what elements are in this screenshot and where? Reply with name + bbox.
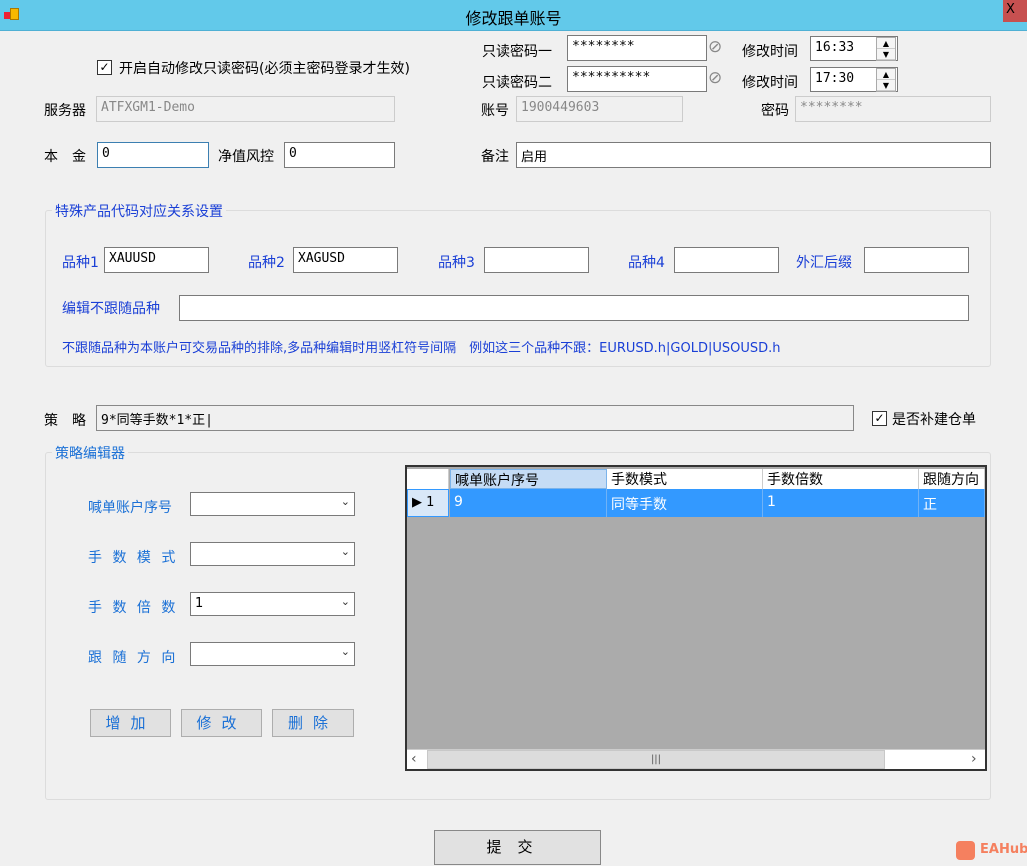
edit-button[interactable]: 修改 [181,709,262,737]
equity-risk-input[interactable]: 0 [284,142,395,168]
ro-pwd1-label: 只读密码一 [482,44,552,60]
principal-input[interactable]: 0 [97,142,209,168]
follow-direction-label: 跟 随 方 向 [88,650,179,666]
symbol3-label: 品种3 [438,255,475,271]
time1-value: 16:33 [815,40,855,55]
horizontal-scrollbar[interactable]: ‹ ||| › [407,749,985,769]
grid-row-header[interactable]: ▶ 1 [407,489,449,517]
delete-button[interactable]: 删除 [272,709,354,737]
eahub-logo-icon [956,841,975,860]
lot-mode-select[interactable]: ⌄ [190,542,355,566]
caller-index-select[interactable]: ⌄ [190,492,355,516]
symbol3-input[interactable] [484,247,589,273]
symbol1-input[interactable]: XAUUSD [104,247,209,273]
grid-header-direction[interactable]: 跟随方向 [919,469,985,489]
fx-suffix-input[interactable] [864,247,969,273]
grid-header-caller-index[interactable]: 喊单账户序号 [450,469,607,489]
symbol4-input[interactable] [674,247,779,273]
ro-pwd2-label: 只读密码二 [482,75,552,91]
grid-cell[interactable]: 同等手数 [607,489,763,517]
time2-value: 17:30 [815,71,855,86]
spin-down-icon[interactable]: ▼ [877,49,895,60]
lot-multiplier-label: 手 数 倍 数 [88,600,179,616]
scroll-right-icon[interactable]: › [971,751,977,767]
lot-mode-label: 手 数 模 式 [88,550,179,566]
symbol1-label: 品种1 [62,255,99,271]
remark-label: 备注 [481,149,509,165]
grid-cell[interactable]: 正 [919,489,985,517]
server-label: 服务器 [44,103,86,119]
symbol2-input[interactable]: XAGUSD [293,247,398,273]
password-label: 密码 [761,103,789,119]
grid-cell[interactable]: 9 [450,489,607,517]
submit-button[interactable]: 提交 [434,830,601,865]
grid-cell[interactable]: 1 [763,489,919,517]
ro-pwd1-input[interactable]: ******** [567,35,707,61]
exclude-input[interactable] [179,295,969,321]
follow-direction-select[interactable]: ⌄ [190,642,355,666]
strategy-label: 策 略 [44,413,86,429]
exclude-label: 编辑不跟随品种 [62,301,160,317]
reopen-label: 是否补建仓单 [892,412,976,428]
lot-multiplier-value: 1 [195,596,204,611]
close-button[interactable]: X [1003,0,1027,22]
editor-group-title: 策略编辑器 [52,443,128,463]
eye-slash-icon[interactable]: ⊘ [708,68,722,88]
exclude-hint: 不跟随品种为本账户可交易品种的排除,多品种编辑时用竖杠符号间隔 例如这三个品种不… [62,341,781,356]
strategy-input[interactable]: 9*同等手数*1*正| [96,405,854,431]
strategy-grid[interactable]: 喊单账户序号 手数模式 手数倍数 跟随方向 ▶ 1 9 同等手数 1 正 ‹ |… [405,465,987,771]
fx-suffix-label: 外汇后缀 [796,255,852,271]
caller-index-label: 喊单账户序号 [88,500,172,516]
account-label: 账号 [481,103,509,119]
time2-label: 修改时间 [742,75,798,91]
equity-risk-label: 净值风控 [218,149,274,165]
checkbox-check-icon[interactable]: ✓ [872,411,887,426]
grid-header-lot-multiplier[interactable]: 手数倍数 [763,469,919,489]
time1-spinner[interactable]: ▲ ▼ [876,37,896,61]
time2-spinner[interactable]: ▲ ▼ [876,68,896,92]
account-input[interactable]: 1900449603 [516,96,683,122]
symbol4-label: 品种4 [628,255,665,271]
ro-pwd2-input[interactable]: ********** [567,66,707,92]
chevron-down-icon: ⌄ [340,595,350,608]
eye-slash-icon[interactable]: ⊘ [708,37,722,57]
watermark: EAHub [980,842,1027,857]
lot-multiplier-select[interactable]: 1 ⌄ [190,592,355,616]
title-bar: 修改跟单账号 X [0,0,1027,31]
row-index: 1 [426,495,435,510]
spin-up-icon[interactable]: ▲ [877,69,895,80]
special-group-title: 特殊产品代码对应关系设置 [52,201,226,221]
scroll-left-icon[interactable]: ‹ [411,751,417,767]
chevron-down-icon: ⌄ [340,645,350,658]
scrollbar-thumb[interactable]: ||| [427,750,885,769]
auto-change-label: 开启自动修改只读密码(必须主密码登录才生效) [119,61,410,77]
row-pointer-icon: ▶ [412,495,422,510]
grid-corner [407,469,449,489]
window-title: 修改跟单账号 [465,9,562,28]
chevron-down-icon: ⌄ [340,545,350,558]
checkbox-check-icon[interactable]: ✓ [97,60,112,75]
principal-label: 本 金 [44,149,86,165]
spin-up-icon[interactable]: ▲ [877,38,895,49]
symbol2-label: 品种2 [248,255,285,271]
password-input[interactable]: ******** [795,96,991,122]
spin-down-icon[interactable]: ▼ [877,80,895,91]
add-button[interactable]: 增加 [90,709,171,737]
grid-header-lot-mode[interactable]: 手数模式 [607,469,763,489]
remark-input[interactable]: 启用 [516,142,991,168]
chevron-down-icon: ⌄ [340,495,350,508]
server-input[interactable]: ATFXGM1-Demo [96,96,395,122]
time1-label: 修改时间 [742,44,798,60]
